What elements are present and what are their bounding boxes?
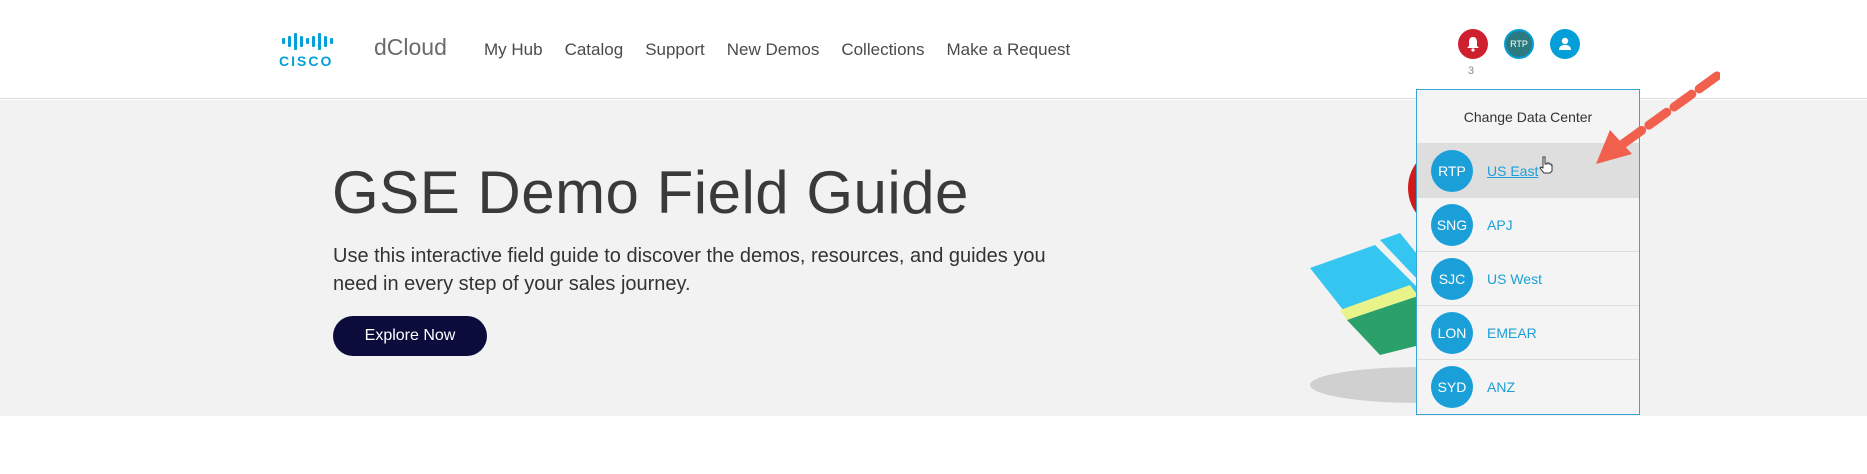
hero-subtitle: Use this interactive field guide to disc… xyxy=(333,245,1046,295)
annotation-arrow-icon xyxy=(1596,71,1720,164)
nav-make-a-request[interactable]: Make a Request xyxy=(946,40,1070,60)
datacenter-code-badge: SYD xyxy=(1431,365,1473,408)
nav-support[interactable]: Support xyxy=(645,40,705,60)
datacenter-option-syd[interactable]: SYD ANZ xyxy=(1417,359,1639,413)
datacenter-option-label[interactable]: EMEAR xyxy=(1487,325,1537,341)
datacenter-code-badge: RTP xyxy=(1431,149,1473,192)
nav-my-hub[interactable]: My Hub xyxy=(484,40,543,60)
nav-new-demos[interactable]: New Demos xyxy=(727,40,820,60)
brand-name[interactable]: dCloud xyxy=(374,34,447,61)
datacenter-option-sjc[interactable]: SJC US West xyxy=(1417,251,1639,305)
hand-pointer-icon xyxy=(1539,156,1553,174)
notification-count: 3 xyxy=(1468,65,1475,77)
explore-now-button[interactable]: Explore Now xyxy=(333,316,487,356)
cisco-logo-icon xyxy=(279,32,345,50)
datacenter-code-badge: SJC xyxy=(1431,257,1473,300)
datacenter-option-label[interactable]: APJ xyxy=(1487,217,1513,233)
datacenter-option-lon[interactable]: LON EMEAR xyxy=(1417,305,1639,359)
bell-icon xyxy=(1467,37,1479,52)
datacenter-option-label[interactable]: ANZ xyxy=(1487,379,1515,395)
datacenter-code-badge: LON xyxy=(1431,311,1473,354)
logo-text: CISCO xyxy=(279,53,334,69)
nav-catalog[interactable]: Catalog xyxy=(565,40,624,60)
nav-collections[interactable]: Collections xyxy=(841,40,924,60)
datacenter-option-label[interactable]: US East xyxy=(1487,163,1538,179)
notifications-button[interactable] xyxy=(1458,29,1488,59)
datacenter-button[interactable]: RTP xyxy=(1504,29,1534,59)
datacenter-code-badge: SNG xyxy=(1431,203,1473,246)
hero-title: GSE Demo Field Guide xyxy=(332,159,969,226)
datacenter-option-label[interactable]: US West xyxy=(1487,271,1542,287)
user-icon xyxy=(1559,37,1571,50)
main-nav: My Hub Catalog Support New Demos Collect… xyxy=(484,40,1092,60)
cisco-logo[interactable]: CISCO xyxy=(279,32,345,69)
datacenter-option-sng[interactable]: SNG APJ xyxy=(1417,197,1639,251)
user-menu-button[interactable] xyxy=(1550,29,1580,59)
